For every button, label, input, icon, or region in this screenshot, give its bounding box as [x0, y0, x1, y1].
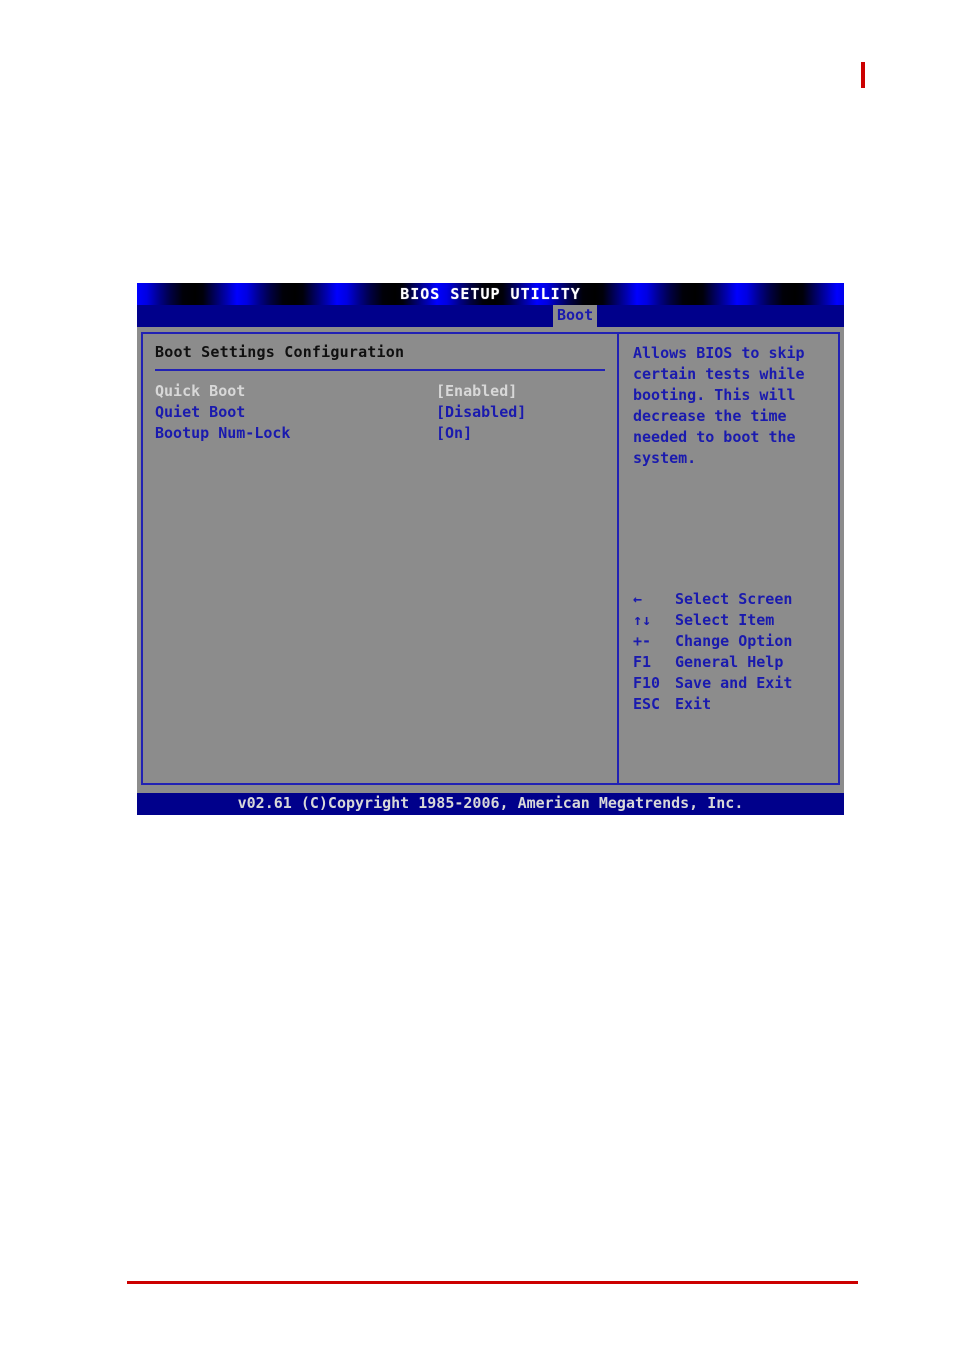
help-text-line: decrease the time: [633, 407, 787, 425]
page-top-red-mark: [861, 62, 865, 88]
key-description: Exit: [675, 694, 712, 713]
help-panel: Allows BIOS to skip certain tests while bo…: [619, 334, 838, 783]
setting-value[interactable]: [On]: [436, 424, 472, 442]
key-description: General Help: [675, 652, 784, 671]
bios-setup-screen: BIOS SETUP UTILITY Boot Boot Settings Co…: [137, 283, 844, 815]
key-legend: ← Select Screen ↑↓ Select Item +- Change Opti…: [633, 588, 792, 714]
bios-tab-bar[interactable]: Boot: [137, 305, 844, 327]
setting-value[interactable]: [Enabled]: [436, 382, 517, 400]
help-text-line: needed to boot the: [633, 428, 796, 446]
help-text-line: Allows BIOS to skip: [633, 344, 805, 362]
key-glyph-icon: ESC: [633, 694, 661, 713]
key-legend-row: F1 General Help: [633, 651, 792, 672]
key-description: Save and Exit: [675, 673, 793, 692]
key-legend-row: F10 Save and Exit: [633, 672, 792, 693]
setting-label: Bootup Num-Lock: [155, 423, 291, 442]
bios-title: BIOS SETUP UTILITY: [400, 285, 581, 303]
key-legend-row: +- Change Option: [633, 630, 792, 651]
settings-list: Quick Boot [Enabled] Quiet Boot [Disabled] B…: [155, 380, 605, 443]
bios-footer: v02.61 (C)Copyright 1985-2006, American …: [137, 793, 844, 815]
bios-body: Boot Settings Configuration Quick Boot [E…: [137, 327, 844, 793]
setting-row[interactable]: Bootup Num-Lock [On]: [155, 422, 605, 443]
key-glyph-icon: F1: [633, 652, 652, 671]
help-text-line: certain tests while: [633, 365, 805, 383]
key-glyph-icon: ←: [633, 589, 643, 608]
help-text-line: system.: [633, 449, 697, 467]
page-bottom-red-rule: [127, 1281, 858, 1284]
help-text: Allows BIOS to skip certain tests while bo…: [633, 343, 809, 469]
bios-title-bar: BIOS SETUP UTILITY: [137, 283, 844, 305]
setting-row[interactable]: Quiet Boot [Disabled]: [155, 401, 605, 422]
key-glyph-icon: +-: [633, 631, 652, 650]
section-title: Boot Settings Configuration: [155, 343, 405, 361]
setting-row[interactable]: Quick Boot [Enabled]: [155, 380, 605, 401]
key-legend-row: ESC Exit: [633, 693, 792, 714]
key-glyph-icon: F10: [633, 673, 661, 692]
bios-content-frame: Boot Settings Configuration Quick Boot [E…: [141, 332, 840, 785]
tab-boot[interactable]: Boot: [553, 305, 598, 327]
help-text-line: booting. This will: [633, 386, 796, 404]
boot-settings-panel: Boot Settings Configuration Quick Boot [E…: [143, 334, 619, 783]
key-glyph-icon: ↑↓: [633, 610, 652, 629]
key-legend-row: ← Select Screen: [633, 588, 792, 609]
section-divider: [155, 369, 605, 371]
setting-label: Quick Boot: [155, 381, 246, 400]
key-description: Change Option: [675, 631, 793, 650]
key-legend-row: ↑↓ Select Item: [633, 609, 792, 630]
key-description: Select Item: [675, 610, 775, 629]
setting-value[interactable]: [Disabled]: [436, 403, 526, 421]
key-description: Select Screen: [675, 589, 793, 608]
setting-label: Quiet Boot: [155, 402, 246, 421]
